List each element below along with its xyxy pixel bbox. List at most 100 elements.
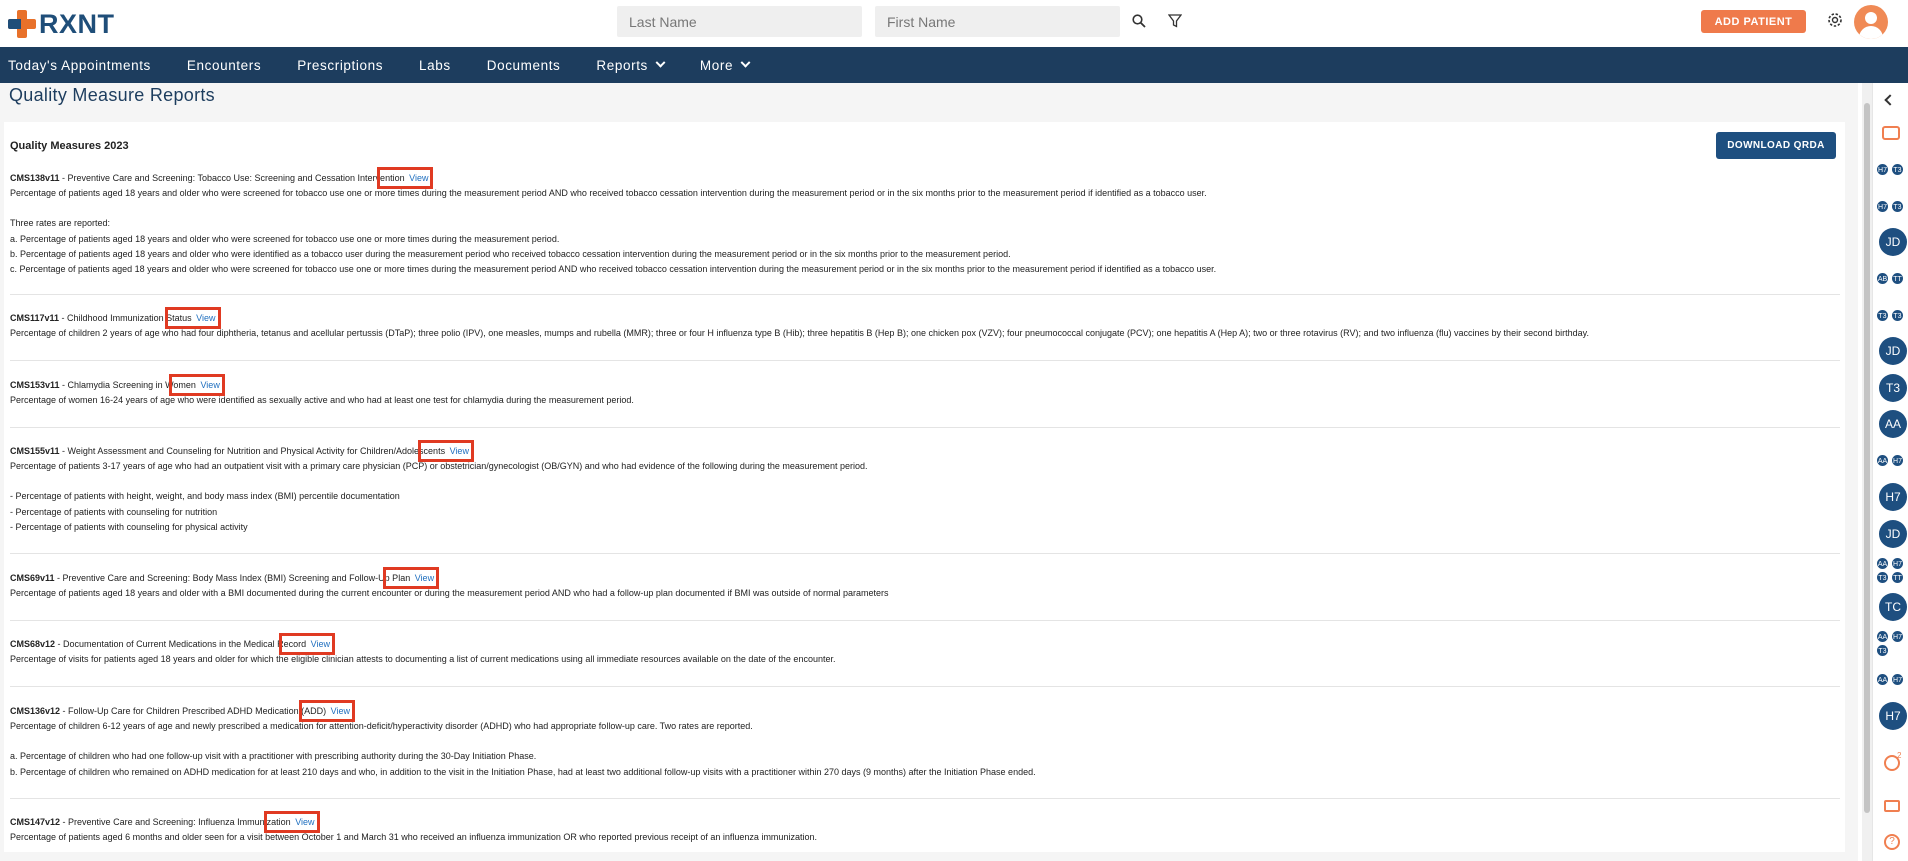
divider <box>10 798 1840 799</box>
measure-item: CMS69v11 - Preventive Care and Screening… <box>10 567 1840 601</box>
first-name-input[interactable] <box>875 6 1120 37</box>
measure-item: CMS147v12 - Preventive Care and Screenin… <box>10 811 1840 845</box>
section-title: Quality Measures 2023 <box>10 140 129 152</box>
avatar-large[interactable]: TC <box>1879 593 1907 621</box>
avatar-small[interactable]: T3 <box>1891 309 1904 322</box>
avatar-large[interactable]: JD <box>1879 228 1907 256</box>
measure-description: Percentage of patients aged 18 years and… <box>10 588 889 599</box>
filter-icon[interactable] <box>1164 10 1186 32</box>
measure-header: CMS147v12 - Preventive Care and Screenin… <box>10 811 320 833</box>
messages-icon[interactable] <box>1884 800 1900 812</box>
help-icon[interactable]: ? <box>1884 834 1900 850</box>
divider <box>10 686 1840 687</box>
search-icon[interactable] <box>1128 10 1150 32</box>
measure-code: CMS138v11 <box>10 173 60 183</box>
highlight-box <box>164 307 221 329</box>
measure-description: c. Percentage of patients aged 18 years … <box>10 264 1217 275</box>
highlight-box <box>299 700 356 722</box>
avatar-small[interactable]: AA <box>1876 557 1889 570</box>
scrollbar-thumb[interactable] <box>1864 103 1870 813</box>
quality-measures-panel: Quality Measures 2023 DOWNLOAD QRDA CMS1… <box>4 122 1845 852</box>
add-patient-button[interactable]: ADD PATIENT <box>1701 10 1806 33</box>
measure-item: CMS153v11 - Chlamydia Screening in Women… <box>10 374 1840 408</box>
top-header: RXNT ADD PATIENT <box>0 0 1908 47</box>
avatar-small[interactable]: T3 <box>1891 200 1904 213</box>
user-avatar[interactable] <box>1854 5 1888 39</box>
measure-item: CMS68v12 - Documentation of Current Medi… <box>10 633 1840 667</box>
avatar-small[interactable]: T3 <box>1876 644 1889 657</box>
tasks-count-badge: 2 <box>1897 751 1902 760</box>
measure-description: - Percentage of patients with counseling… <box>10 506 218 517</box>
avatar-large[interactable]: H7 <box>1879 483 1907 511</box>
avatar-small[interactable]: TT <box>1891 272 1904 285</box>
avatar-small[interactable]: AA <box>1876 673 1889 686</box>
gear-icon[interactable] <box>1824 9 1846 31</box>
divider <box>10 294 1840 295</box>
right-sidebar <box>1872 83 1908 861</box>
measure-description: Percentage of children 2 years of age wh… <box>10 328 1589 339</box>
avatar-small[interactable]: T3 <box>1876 309 1889 322</box>
measure-header: CMS117v11 - Childhood Immunization Statu… <box>10 307 221 329</box>
avatar-small[interactable]: H7 <box>1891 557 1904 570</box>
last-name-input[interactable] <box>617 6 862 37</box>
avatar-small[interactable]: T3 <box>1876 571 1889 584</box>
avatar-small[interactable]: H7 <box>1891 630 1904 643</box>
divider <box>10 620 1840 621</box>
avatar-small[interactable]: AA <box>1876 630 1889 643</box>
nav-encounters[interactable]: Encounters <box>187 58 261 73</box>
measure-description: b. Percentage of patients aged 18 years … <box>10 248 1011 259</box>
avatar-large[interactable]: H7 <box>1879 702 1907 730</box>
avatar-large[interactable]: JD <box>1879 520 1907 548</box>
download-qrda-button[interactable]: DOWNLOAD QRDA <box>1716 132 1836 159</box>
nav-documents[interactable]: Documents <box>487 58 561 73</box>
nav-reports[interactable]: Reports <box>596 57 666 73</box>
avatar-small[interactable]: AA <box>1876 454 1889 467</box>
logo-text: RXNT <box>39 8 115 39</box>
chevron-down-icon <box>655 57 666 68</box>
nav-prescriptions[interactable]: Prescriptions <box>297 58 383 73</box>
nav-more[interactable]: More <box>700 57 751 73</box>
avatar-small[interactable]: H7 <box>1876 163 1889 176</box>
avatar-large[interactable]: T3 <box>1879 374 1907 402</box>
measure-description: a. Percentage of patients aged 18 years … <box>10 233 560 244</box>
measure-description: Percentage of patients 3-17 years of age… <box>10 461 868 472</box>
measure-description: - Percentage of patients with counseling… <box>10 521 248 532</box>
avatar-small[interactable]: T3 <box>1891 163 1904 176</box>
avatar-small[interactable]: H7 <box>1891 454 1904 467</box>
measure-title: - Preventive Care and Screening: Tobacco… <box>59 173 405 183</box>
measure-header: CMS153v11 - Chlamydia Screening in Women… <box>10 374 225 396</box>
measure-description: a. Percentage of children who had one fo… <box>10 751 537 762</box>
nav-todays-appointments[interactable]: Today's Appointments <box>8 58 151 73</box>
measure-description: Percentage of patients aged 18 years and… <box>10 188 1207 199</box>
highlight-box <box>263 811 320 833</box>
page-title: Quality Measure Reports <box>9 85 215 105</box>
measure-title: - Follow-Up Care for Children Prescribed… <box>60 706 327 716</box>
avatar-small[interactable]: H7 <box>1876 200 1889 213</box>
highlight-box <box>279 633 336 655</box>
measure-header: CMS68v12 - Documentation of Current Medi… <box>10 633 336 655</box>
measure-header: CMS138v11 - Preventive Care and Screenin… <box>10 167 434 189</box>
measure-description: - Percentage of patients with height, we… <box>10 491 400 502</box>
highlight-box <box>377 167 434 189</box>
measure-code: CMS147v12 <box>10 817 61 827</box>
measure-code: CMS155v11 <box>10 446 60 456</box>
nav-labs[interactable]: Labs <box>419 58 451 73</box>
divider <box>10 360 1840 361</box>
measure-title: - Documentation of Current Medications i… <box>55 639 307 649</box>
avatar-small[interactable]: H7 <box>1891 673 1904 686</box>
highlight-box <box>168 374 225 396</box>
divider <box>10 553 1840 554</box>
measure-description: Percentage of children 6-12 years of age… <box>10 721 753 732</box>
measure-code: CMS153v11 <box>10 380 60 390</box>
chevron-down-icon <box>740 57 751 68</box>
avatar-large[interactable]: AA <box>1879 410 1907 438</box>
divider <box>10 427 1840 428</box>
chat-icon[interactable] <box>1882 126 1900 140</box>
highlight-box <box>417 440 474 462</box>
rxnt-logo[interactable]: RXNT <box>8 9 115 39</box>
main-nav: Today's Appointments Encounters Prescrip… <box>0 47 1908 83</box>
avatar-small[interactable]: TT <box>1891 571 1904 584</box>
measure-title: - Preventive Care and Screening: Body Ma… <box>54 573 411 583</box>
avatar-large[interactable]: JD <box>1879 337 1907 365</box>
avatar-small[interactable]: AB <box>1876 272 1889 285</box>
